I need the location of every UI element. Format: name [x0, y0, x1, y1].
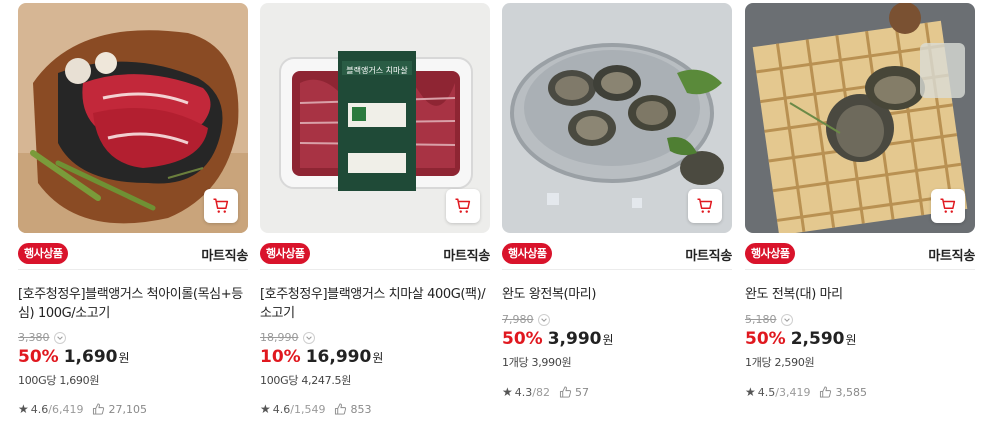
- tag-row: 행사상품 마트직송: [745, 240, 975, 270]
- delivery-label: 마트직송: [201, 249, 248, 264]
- original-price-value: 5,180: [745, 313, 777, 326]
- like-icon: [335, 403, 347, 415]
- delivery-label: 마트직송: [928, 249, 975, 264]
- event-badge: 행사상품: [502, 243, 553, 264]
- product-image[interactable]: 블랙앵거스 치마살: [260, 3, 490, 233]
- star-icon: ★: [502, 385, 513, 399]
- currency: 원: [118, 351, 130, 365]
- event-badge: 행사상품: [18, 243, 69, 264]
- cart-icon: [455, 198, 471, 213]
- rating-value: 4.3: [514, 385, 533, 399]
- review-meta: ★ 4.5 /3,419 3,585: [745, 385, 867, 399]
- star-icon: ★: [18, 402, 29, 416]
- event-badge: 행사상품: [745, 243, 796, 264]
- chevron-down-icon[interactable]: [537, 313, 550, 326]
- event-badge: 행사상품: [260, 243, 311, 264]
- unit-price: 100G당 1,690원: [18, 374, 100, 387]
- like-count: 853: [350, 402, 372, 416]
- product-image[interactable]: [18, 3, 248, 233]
- tag-row: 행사상품 마트직송: [502, 240, 732, 270]
- product-image[interactable]: [502, 3, 732, 233]
- like-icon: [93, 403, 105, 415]
- sale-price: 16,990: [305, 347, 372, 367]
- tag-row: 행사상품 마트직송: [18, 240, 248, 270]
- sale-price: 1,690: [63, 347, 118, 367]
- like-count-group: 853: [334, 403, 371, 416]
- review-meta: ★ 4.3 /82 57: [502, 385, 589, 399]
- currency: 원: [602, 333, 614, 347]
- unit-price: 100G당 4,247.5원: [260, 374, 352, 387]
- like-icon: [559, 386, 572, 398]
- price-row: 50% 2,590 원: [745, 329, 857, 349]
- price-row: 50% 1,690 원: [18, 347, 130, 367]
- discount-rate: 50%: [18, 347, 59, 367]
- add-to-cart-button[interactable]: [931, 189, 965, 223]
- product-card[interactable]: 행사상품 마트직송 완도 전복(대) 마리 5,180 50% 2,590 원 …: [745, 3, 975, 423]
- review-count: /1,549: [290, 402, 326, 416]
- sale-price: 2,590: [790, 329, 845, 349]
- original-price-value: 3,380: [18, 331, 50, 344]
- review-count: /6,419: [48, 402, 84, 416]
- like-count-group: 3,585: [819, 386, 867, 399]
- cart-icon: [940, 198, 956, 213]
- rating-value: 4.6: [30, 402, 49, 416]
- rating-value: 4.5: [757, 385, 776, 399]
- product-card[interactable]: 블랙앵거스 치마살 행사상품 마트직송 [호주청정우]블랙앵거스 치마살 400…: [260, 3, 490, 423]
- price-row: 10% 16,990 원: [260, 347, 383, 367]
- product-grid: 행사상품 마트직송 [호주청정우]블랙앵거스 척아이롤(목심+등심) 100G/…: [18, 3, 978, 423]
- currency: 원: [372, 351, 384, 365]
- price-row: 50% 3,990 원: [502, 329, 614, 349]
- product-card[interactable]: 행사상품 마트직송 [호주청정우]블랙앵거스 척아이롤(목심+등심) 100G/…: [18, 3, 248, 423]
- star-icon: ★: [260, 402, 271, 416]
- product-title[interactable]: 완도 왕전복(마리): [502, 285, 730, 304]
- like-count: 3,585: [835, 385, 867, 399]
- original-price: 3,380: [18, 331, 66, 344]
- rating-value: 4.6: [272, 402, 291, 416]
- product-card[interactable]: 행사상품 마트직송 완도 왕전복(마리) 7,980 50% 3,990 원 1…: [502, 3, 732, 423]
- original-price: 5,180: [745, 313, 793, 326]
- product-title[interactable]: [호주청정우]블랙앵거스 척아이롤(목심+등심) 100G/소고기: [18, 285, 246, 323]
- like-icon: [820, 386, 832, 398]
- add-to-cart-button[interactable]: [446, 189, 480, 223]
- chevron-down-icon[interactable]: [53, 331, 66, 344]
- chevron-down-icon[interactable]: [302, 331, 315, 344]
- original-price: 18,990: [260, 331, 315, 344]
- chevron-down-icon[interactable]: [780, 313, 793, 326]
- product-title[interactable]: [호주청정우]블랙앵거스 치마살 400G(팩)/소고기: [260, 285, 488, 323]
- original-price-value: 18,990: [260, 331, 299, 344]
- add-to-cart-button[interactable]: [688, 189, 722, 223]
- unit-price: 1개당 2,590원: [745, 356, 815, 369]
- sale-price: 3,990: [547, 329, 602, 349]
- star-icon: ★: [745, 385, 756, 399]
- product-title[interactable]: 완도 전복(대) 마리: [745, 285, 973, 304]
- review-meta: ★ 4.6 /6,419 27,105: [18, 402, 147, 416]
- original-price: 7,980: [502, 313, 550, 326]
- discount-rate: 50%: [745, 329, 786, 349]
- cart-icon: [697, 198, 713, 213]
- discount-rate: 10%: [260, 347, 301, 367]
- delivery-label: 마트직송: [685, 249, 732, 264]
- original-price-value: 7,980: [502, 313, 534, 326]
- tag-row: 행사상품 마트직송: [260, 240, 490, 270]
- add-to-cart-button[interactable]: [204, 189, 238, 223]
- cart-icon: [213, 198, 229, 213]
- like-count: 27,105: [108, 402, 147, 416]
- currency: 원: [845, 333, 857, 347]
- like-count-group: 27,105: [92, 403, 147, 416]
- package-label: 블랙앵거스 치마살: [346, 65, 408, 75]
- unit-price: 1개당 3,990원: [502, 356, 572, 369]
- like-count-group: 57: [559, 386, 589, 399]
- product-image[interactable]: [745, 3, 975, 233]
- review-meta: ★ 4.6 /1,549 853: [260, 402, 371, 416]
- discount-rate: 50%: [502, 329, 543, 349]
- review-count: /82: [532, 385, 550, 399]
- like-count: 57: [574, 385, 589, 399]
- delivery-label: 마트직송: [443, 249, 490, 264]
- review-count: /3,419: [775, 385, 811, 399]
